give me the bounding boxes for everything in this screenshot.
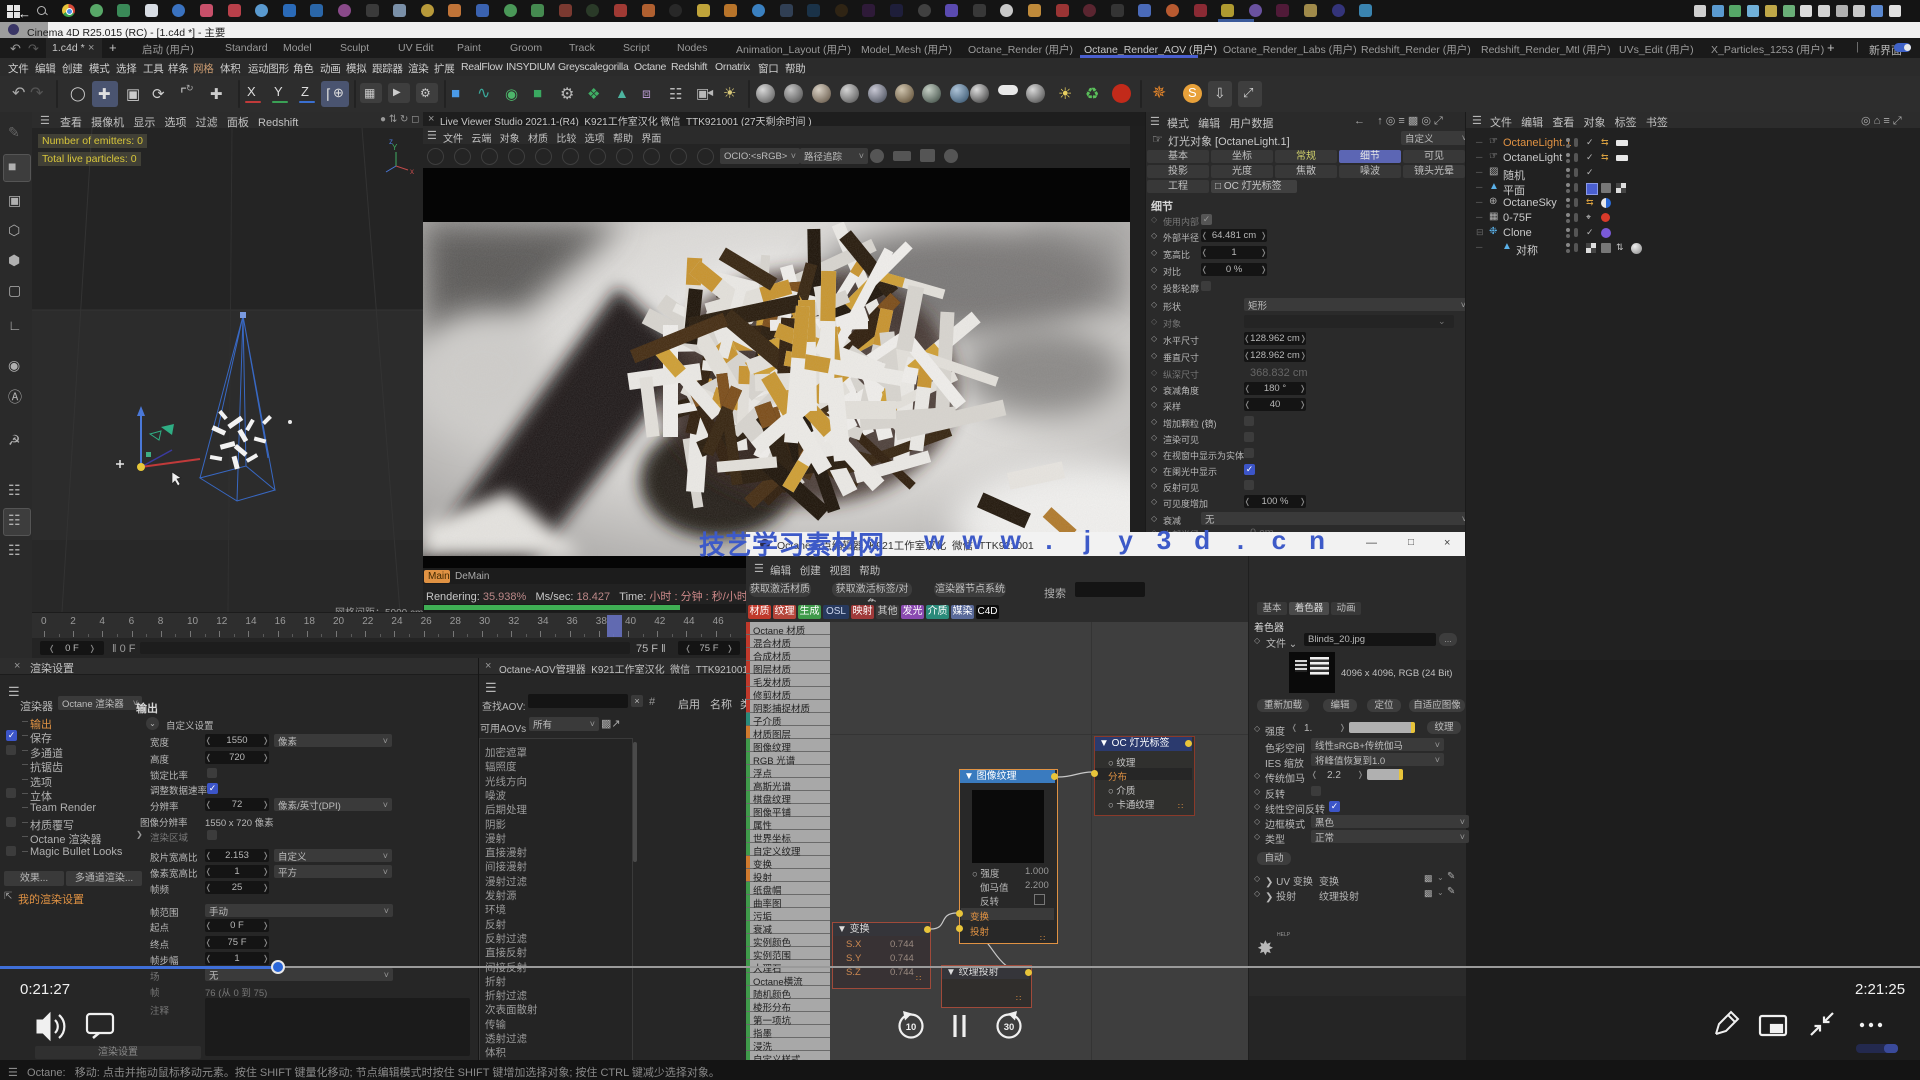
svg-text:x: x [410,167,414,176]
svg-text:z: z [389,137,393,146]
